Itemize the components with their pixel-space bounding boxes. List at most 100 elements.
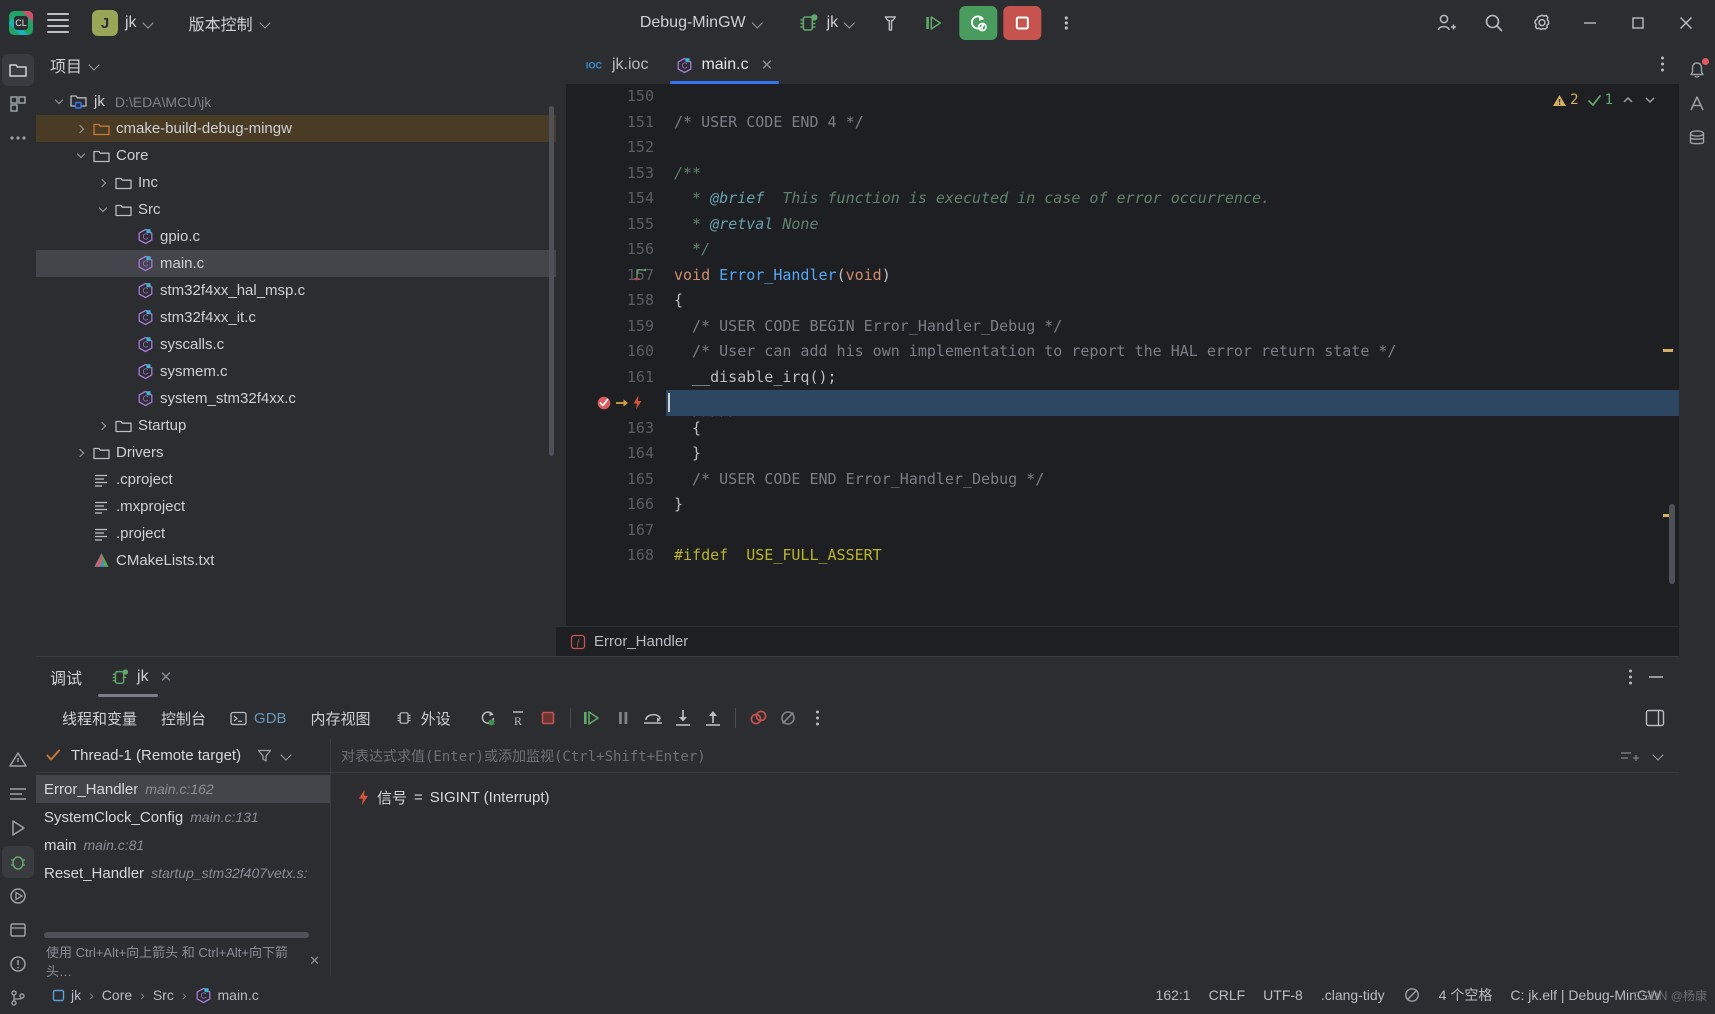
run-button[interactable] [915, 6, 953, 40]
code-line-154[interactable]: * @brief This function is executed in ca… [674, 186, 1679, 212]
code-line-153[interactable]: /** [674, 161, 1679, 187]
build-button[interactable] [871, 6, 909, 40]
stop-button[interactable] [1003, 6, 1042, 40]
run-tool-icon[interactable] [2, 812, 34, 844]
structure-tool-icon[interactable] [2, 88, 34, 120]
code-line-163[interactable]: { [674, 416, 1679, 442]
chevron-down-icon[interactable] [72, 149, 90, 159]
code-line-164[interactable]: } [674, 441, 1679, 467]
step-into-icon[interactable] [668, 704, 698, 732]
thread-selector[interactable]: Thread-1 (Remote target) [36, 739, 330, 773]
tree-node-main-c[interactable]: Cmain.c [36, 250, 556, 277]
tree-node-cmakelists-txt[interactable]: CMakeLists.txt [36, 547, 556, 574]
chevron-right-icon[interactable] [72, 448, 90, 457]
line-number-150[interactable]: 150 [566, 84, 666, 110]
services-tool-icon[interactable] [2, 880, 34, 912]
status-breadcrumb-Core[interactable]: Core [98, 985, 136, 1005]
code-line-167[interactable] [674, 518, 1679, 544]
code-line-150[interactable] [674, 84, 1679, 110]
layout-settings-icon[interactable] [1645, 709, 1665, 727]
line-number-165[interactable]: 165 [566, 467, 666, 493]
frames-horizontal-scrollbar[interactable] [44, 932, 309, 938]
debug-session-tab[interactable]: jk ✕ [97, 657, 176, 697]
main-menu-button[interactable] [38, 3, 78, 43]
reset-debug-icon[interactable] [473, 704, 503, 732]
code-line-160[interactable]: /* User can add his own implementation t… [674, 339, 1679, 365]
variables-list[interactable]: 信号 = SIGINT (Interrupt) [331, 773, 1679, 976]
stack-frame-systemclock_config[interactable]: SystemClock_Config main.c:131 [36, 803, 330, 831]
line-number-152[interactable]: 152 [566, 135, 666, 161]
search-icon[interactable] [1471, 0, 1517, 46]
tree-node--mxproject[interactable]: .mxproject [36, 493, 556, 520]
code-line-155[interactable]: * @retval None [674, 212, 1679, 238]
file-encoding[interactable]: UTF-8 [1263, 987, 1303, 1003]
code-line-158[interactable]: { [674, 288, 1679, 314]
chevron-down-icon[interactable] [1654, 750, 1665, 761]
gear-icon[interactable] [1519, 0, 1565, 46]
run-configuration-selector[interactable]: Debug-MinGW [630, 9, 775, 37]
close-hint-icon[interactable]: ✕ [309, 953, 320, 969]
add-user-icon[interactable] [1423, 0, 1469, 46]
problems-tool-icon[interactable] [2, 744, 34, 776]
stack-frame-error_handler[interactable]: Error_Handler main.c:162 [36, 775, 330, 803]
tree-node-syscalls-c[interactable]: Csyscalls.c [36, 331, 556, 358]
git-branch-icon[interactable] [2, 982, 34, 1014]
line-number-154[interactable]: 154 [566, 186, 666, 212]
line-separator[interactable]: CRLF [1209, 987, 1246, 1003]
line-number-153[interactable]: 153 [566, 161, 666, 187]
resume-icon[interactable] [578, 704, 608, 732]
close-tab-icon[interactable]: ✕ [761, 56, 774, 74]
inspections-widget-icon[interactable] [1403, 986, 1421, 1004]
minimize-button[interactable] [1567, 0, 1613, 46]
mute-breakpoints-icon[interactable] [773, 704, 803, 732]
run-target-selector[interactable]: jk [789, 8, 866, 38]
prev-problem-icon[interactable] [1621, 93, 1635, 107]
editor-options-icon[interactable] [1660, 55, 1665, 73]
evaluate-expression-bar[interactable]: 对表达式求值(Enter)或添加监视(Ctrl+Shift+Enter) [331, 739, 1679, 773]
breadcrumb[interactable]: f Error_Handler [556, 626, 1679, 656]
status-breadcrumb-main-c[interactable]: Cmain.c [191, 985, 263, 1006]
more-vertical-icon[interactable] [1047, 6, 1085, 40]
step-out-icon[interactable] [698, 704, 728, 732]
notifications-bell-icon[interactable] [1681, 54, 1713, 86]
project-panel-header[interactable]: 项目 [36, 46, 556, 84]
tree-node--project[interactable]: .project [36, 520, 556, 547]
tree-node-drivers[interactable]: Drivers [36, 439, 556, 466]
project-tool-icon[interactable] [2, 54, 34, 86]
status-breadcrumb-Src[interactable]: Src [149, 985, 178, 1005]
tab-threads-and-variables[interactable]: 线程和变量 [50, 704, 149, 733]
chevron-right-icon[interactable] [72, 124, 90, 133]
stack-frame-reset_handler[interactable]: Reset_Handler startup_stm32f407vetx.s: [36, 859, 330, 887]
chevron-right-icon[interactable] [94, 178, 112, 187]
code-line-168[interactable]: #ifdef USE_FULL_ASSERT [674, 543, 1679, 569]
line-number-162[interactable] [566, 390, 666, 416]
project-scrollbar[interactable] [549, 106, 554, 456]
pause-icon[interactable] [608, 704, 638, 732]
tree-node-stm32f4xx-it-c[interactable]: Cstm32f4xx_it.c [36, 304, 556, 331]
maximize-button[interactable] [1615, 0, 1661, 46]
line-number-159[interactable]: 159 [566, 314, 666, 340]
view-breakpoints-icon[interactable] [743, 704, 773, 732]
line-number-168[interactable]: 168 [566, 543, 666, 569]
tree-node-system-stm32f4xx-c[interactable]: Csystem_stm32f4xx.c [36, 385, 556, 412]
line-number-158[interactable]: 158 [566, 288, 666, 314]
code-line-161[interactable]: __disable_irq(); [674, 365, 1679, 391]
database-icon[interactable] [1681, 122, 1713, 154]
notifications-tool-icon[interactable] [2, 948, 34, 980]
line-number-160[interactable]: 160 [566, 339, 666, 365]
next-problem-icon[interactable] [1643, 93, 1657, 107]
code-line-166[interactable]: } [674, 492, 1679, 518]
line-number-155[interactable]: 155 [566, 212, 666, 238]
terminal-lines-icon[interactable] [2, 778, 34, 810]
more-vertical-icon[interactable] [803, 704, 833, 732]
implemented-arrow-icon[interactable] [632, 263, 648, 289]
line-number-164[interactable]: 164 [566, 441, 666, 467]
filter-icon[interactable] [257, 748, 272, 763]
tree-node-startup[interactable]: Startup [36, 412, 556, 439]
line-number-gutter[interactable]: 150 151 152 153 154 155 156 157 158 159 160 161 163 1… [566, 84, 666, 626]
inspections-widget[interactable]: 2 1 [1552, 92, 1657, 108]
close-session-icon[interactable]: ✕ [160, 668, 173, 686]
clang-tidy-config[interactable]: .clang-tidy [1321, 987, 1385, 1003]
tree-node-core[interactable]: Core [36, 142, 556, 169]
chevron-down-icon[interactable] [94, 203, 112, 213]
